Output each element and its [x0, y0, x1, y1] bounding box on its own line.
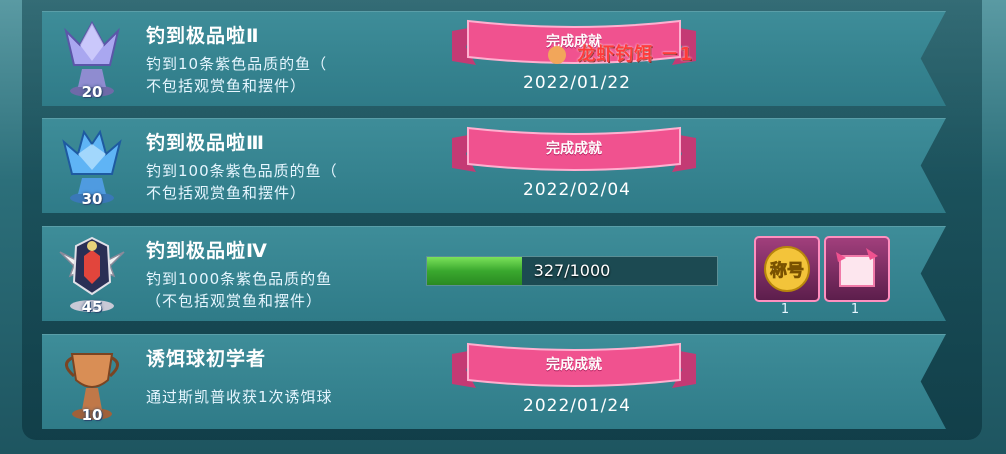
status-label: 完成成就 — [546, 141, 602, 157]
completion-date: 2022/01/24 — [523, 396, 631, 416]
badge-level: 30 — [81, 190, 103, 208]
achievement-title: 诱饵球初学者 — [146, 348, 267, 370]
completed-ribbon: 完成成就 — [452, 124, 696, 176]
frame-reward-slot[interactable] — [824, 236, 890, 302]
winged-dark-crystal-trophy-icon: 45 — [56, 232, 128, 316]
badge-level: 45 — [81, 298, 103, 316]
badge-level: 20 — [81, 83, 103, 101]
achievement-description: 通过斯凯普收获1次诱饵球 — [146, 388, 333, 406]
achievement-row: 45 钓到极品啦Ⅳ 钓到1000条紫色品质的鱼 （不包括观赏鱼和摆件） 327/… — [42, 226, 946, 321]
reward-count: 1 — [850, 302, 860, 317]
lobster-bait-icon — [548, 46, 566, 64]
item-consumed-message: 龙虾钓饵 －1 — [548, 40, 693, 66]
achievement-row: 10 诱饵球初学者 通过斯凯普收获1次诱饵球 完成成就 2022/01/24 — [42, 334, 946, 429]
title-coin-icon: 称号 — [764, 246, 810, 292]
title-reward-slot[interactable]: 称号 — [754, 236, 820, 302]
status-label: 完成成就 — [546, 357, 602, 373]
title-coin-label: 称号 — [770, 260, 804, 281]
completion-date: 2022/02/04 — [523, 180, 631, 200]
achievement-row: 20 钓到极品啦Ⅱ 钓到10条紫色品质的鱼（ 不包括观赏鱼和摆件） 完成成就 2… — [42, 11, 946, 106]
progress-bar: 327/1000 — [426, 256, 718, 286]
achievement-title: 钓到极品啦Ⅱ — [146, 25, 260, 47]
purple-crystal-trophy-icon: 20 — [56, 17, 128, 101]
progress-text: 327/1000 — [533, 261, 611, 280]
item-consumed-text: 龙虾钓饵 －1 — [577, 44, 694, 65]
achievement-row: 30 钓到极品啦Ⅲ 钓到100条紫色品质的鱼（ 不包括观赏鱼和摆件） 完成成就 … — [42, 118, 946, 213]
pink-frame-icon — [836, 248, 878, 287]
blue-crystal-trophy-icon: 30 — [56, 124, 128, 208]
completion-date: 2022/01/22 — [523, 73, 631, 93]
bronze-trophy-icon: 10 — [56, 340, 128, 424]
reward-count: 1 — [780, 302, 790, 317]
achievement-description: 钓到1000条紫色品质的鱼 （不包括观赏鱼和摆件） — [146, 270, 333, 310]
badge-level: 10 — [81, 406, 103, 424]
achievement-title: 钓到极品啦Ⅲ — [146, 132, 265, 154]
achievement-description: 钓到100条紫色品质的鱼（ 不包括观赏鱼和摆件） — [146, 162, 338, 202]
completed-ribbon: 完成成就 — [452, 340, 696, 392]
achievement-description: 钓到10条紫色品质的鱼（ 不包括观赏鱼和摆件） — [146, 55, 328, 95]
achievement-title: 钓到极品啦Ⅳ — [146, 240, 268, 262]
